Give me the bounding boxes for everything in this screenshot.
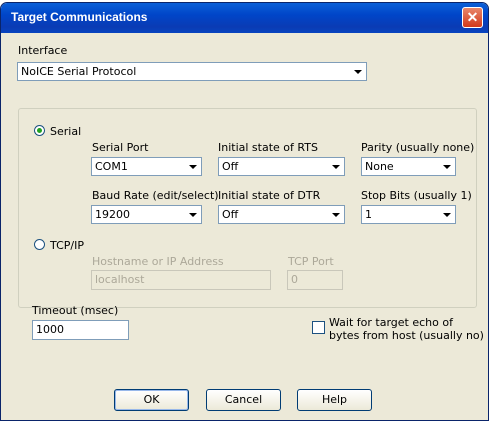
- serial-radio-label: Serial: [50, 125, 82, 138]
- baud-rate-value: 19200: [95, 208, 130, 221]
- ok-button[interactable]: OK: [114, 389, 189, 411]
- cancel-button[interactable]: Cancel: [206, 389, 281, 411]
- rts-label: Initial state of RTS: [218, 141, 318, 154]
- title-bar[interactable]: Target Communications ✕: [1, 3, 488, 33]
- parity-label: Parity (usually none): [361, 141, 475, 154]
- help-button[interactable]: Help: [297, 389, 372, 411]
- window-title: Target Communications: [11, 10, 148, 24]
- serial-radio[interactable]: [34, 125, 45, 136]
- stop-bits-value: 1: [365, 208, 372, 221]
- dtr-label: Initial state of DTR: [218, 189, 321, 202]
- tcpip-radio-label: TCP/IP: [50, 239, 84, 252]
- echo-label-line1: Wait for target echo of: [329, 316, 453, 329]
- stop-bits-label: Stop Bits (usually 1): [361, 189, 472, 202]
- chevron-down-icon[interactable]: [185, 159, 200, 174]
- target-communications-dialog: Target Communications ✕ Interface NoICE …: [0, 2, 489, 421]
- close-icon[interactable]: ✕: [462, 7, 483, 28]
- interface-select[interactable]: NoICE Serial Protocol: [17, 62, 367, 81]
- tcp-port-input[interactable]: 0: [287, 270, 343, 290]
- interface-label: Interface: [18, 44, 68, 57]
- chevron-down-icon[interactable]: [328, 159, 343, 174]
- dtr-select[interactable]: Off: [218, 205, 345, 224]
- hostname-label: Hostname or IP Address: [92, 255, 224, 268]
- echo-checkbox[interactable]: [312, 321, 325, 334]
- echo-label-line2: bytes from host (usually no): [329, 329, 484, 342]
- dtr-value: Off: [222, 208, 239, 221]
- dialog-body: Interface NoICE Serial Protocol Serial S…: [4, 33, 485, 417]
- interface-value: NoICE Serial Protocol: [21, 65, 137, 78]
- stop-bits-select[interactable]: 1: [361, 205, 456, 224]
- chevron-down-icon[interactable]: [185, 207, 200, 222]
- serial-port-select[interactable]: COM1: [91, 157, 202, 176]
- chevron-down-icon[interactable]: [328, 207, 343, 222]
- baud-rate-label: Baud Rate (edit/select): [92, 189, 219, 202]
- rts-select[interactable]: Off: [218, 157, 345, 176]
- tcpip-radio[interactable]: [34, 239, 45, 250]
- parity-value: None: [365, 160, 394, 173]
- hostname-input[interactable]: localhost: [91, 270, 271, 290]
- serial-port-label: Serial Port: [92, 141, 149, 154]
- parity-select[interactable]: None: [361, 157, 456, 176]
- chevron-down-icon[interactable]: [439, 207, 454, 222]
- chevron-down-icon[interactable]: [439, 159, 454, 174]
- tcp-port-label: TCP Port: [288, 255, 334, 268]
- chevron-down-icon[interactable]: [350, 64, 365, 79]
- serial-port-value: COM1: [95, 160, 128, 173]
- rts-value: Off: [222, 160, 239, 173]
- timeout-input[interactable]: 1000: [32, 320, 129, 340]
- baud-rate-select[interactable]: 19200: [91, 205, 202, 224]
- timeout-label: Timeout (msec): [32, 304, 119, 317]
